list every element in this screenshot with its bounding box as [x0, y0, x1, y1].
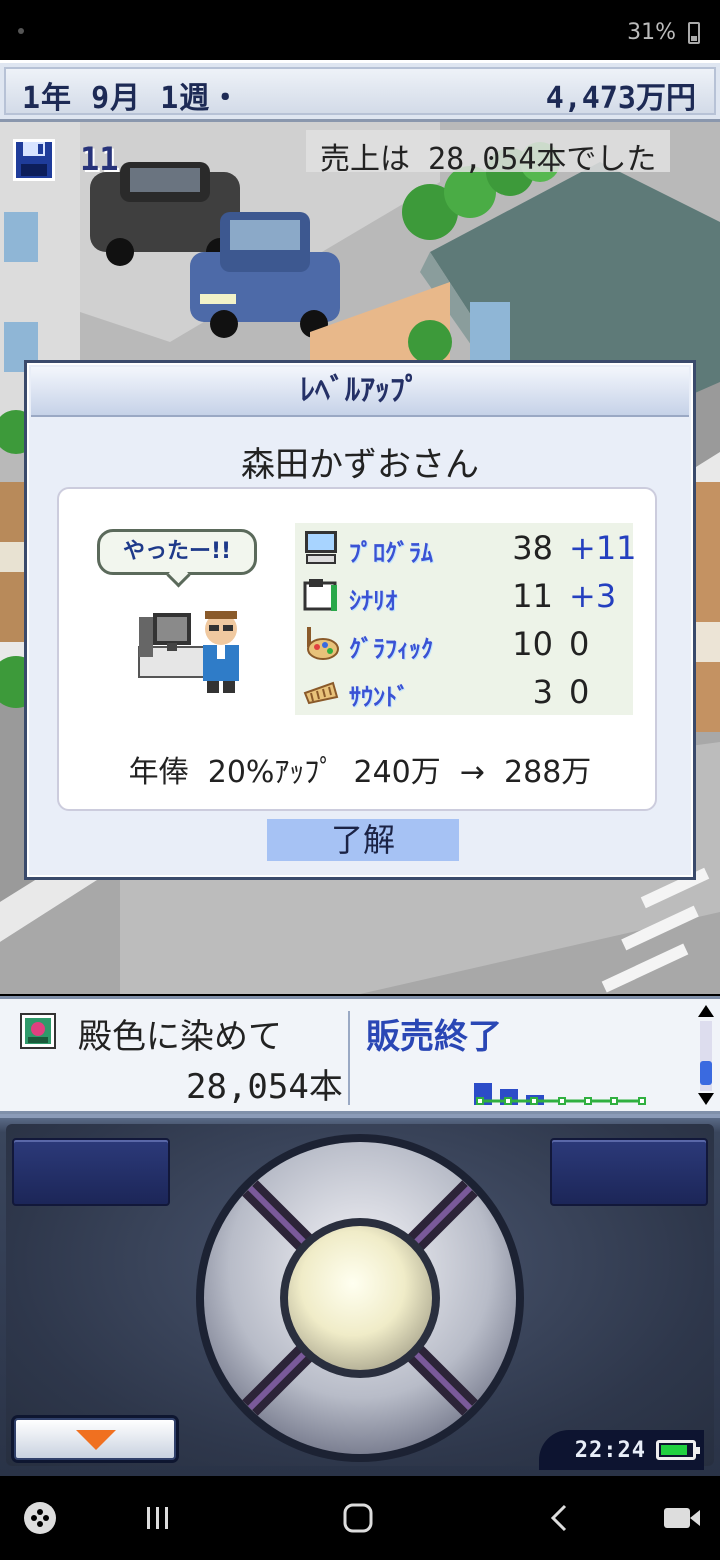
stat-value: 10 — [512, 625, 553, 663]
back-icon[interactable] — [538, 1496, 582, 1540]
game-date: 1年 9月 1週・ — [22, 81, 242, 116]
right-shoulder-button[interactable] — [550, 1138, 708, 1206]
stat-value: 3 — [532, 673, 553, 711]
status-bar: 31% — [0, 0, 720, 60]
game-cartridge-icon — [20, 1013, 56, 1049]
virtual-controller: 22:24 — [0, 1114, 720, 1476]
stat-label: ｸﾞﾗﾌｨｯｸ — [349, 635, 433, 663]
sales-status: 販売終了 — [366, 1017, 502, 1057]
stat-value: 11 — [512, 577, 553, 615]
skill-stats: ﾌﾟﾛｸﾞﾗﾑ 38 +11 ｼﾅﾘｵ 11 +3 ｸﾞﾗﾌｨｯｸ 10 0 ｻ… — [295, 523, 637, 715]
salary-change: 年俸 20%ｱｯﾌﾟ 240万 → 288万 — [128, 755, 592, 790]
save-count: 11 — [80, 140, 119, 178]
video-camera-icon[interactable] — [660, 1496, 704, 1540]
stat-row-graphic: ｸﾞﾗﾌｨｯｸ 10 0 — [295, 619, 633, 667]
scrollbar-thumb[interactable] — [700, 1061, 712, 1085]
game-sales: 28,054本 — [186, 1067, 343, 1107]
stat-increase: +3 — [569, 577, 617, 615]
stat-row-scenario: ｼﾅﾘｵ 11 +3 — [295, 571, 633, 619]
music-icon — [303, 673, 339, 709]
stat-label: ｼﾅﾘｵ — [349, 587, 397, 615]
panel-divider — [348, 1011, 350, 1105]
funds: 4,473万円 — [545, 81, 696, 116]
stat-value: 38 — [512, 529, 553, 567]
game-screen: 31% 1年 9月 1週・ 4,473万円 11 売上は 28,054本でした … — [0, 0, 720, 1560]
top-info-bar: 1年 9月 1週・ 4,473万円 — [0, 60, 720, 122]
dpad[interactable] — [192, 1130, 528, 1466]
battery-percentage: 31% — [627, 20, 676, 45]
game-title: 殿色に染めて — [78, 1017, 282, 1057]
menu-button[interactable] — [14, 1418, 176, 1460]
clock-panel: 22:24 — [538, 1430, 704, 1470]
stat-label: ｻｳﾝﾄﾞ — [349, 683, 409, 711]
floppy-disk-icon[interactable] — [12, 138, 56, 182]
navigation-bar — [0, 1476, 720, 1560]
scroll-down-arrow[interactable] — [698, 1093, 714, 1105]
clock-time: 22:24 — [574, 1437, 646, 1463]
stat-increase: 0 — [569, 673, 590, 711]
notification-dot — [18, 28, 24, 34]
stat-label: ﾌﾟﾛｸﾞﾗﾑ — [349, 539, 433, 567]
stat-increase: +11 — [569, 529, 637, 567]
battery-icon — [688, 22, 700, 44]
employee-avatar — [133, 603, 243, 695]
game-launcher-icon[interactable] — [18, 1496, 62, 1540]
computer-icon — [303, 529, 339, 565]
stat-row-sound: ｻｳﾝﾄﾞ 3 0 — [295, 667, 633, 715]
dialog-title: ﾚﾍﾞﾙｱｯﾌﾟ — [31, 367, 689, 417]
speech-bubble: やったー!! — [97, 529, 257, 575]
recent-apps-icon[interactable] — [136, 1496, 180, 1540]
book-icon — [303, 577, 339, 613]
scroll-up-arrow[interactable] — [698, 1005, 714, 1017]
home-icon[interactable] — [336, 1496, 380, 1540]
paint-icon — [303, 625, 339, 661]
sales-graph — [472, 1081, 656, 1107]
sales-message: 売上は 28,054本でした — [306, 130, 671, 177]
down-arrow-icon — [76, 1430, 116, 1450]
game-battery-icon — [656, 1440, 700, 1460]
stat-increase: 0 — [569, 625, 590, 663]
game-info-panel[interactable]: 殿色に染めて 28,054本 販売終了 — [0, 996, 720, 1114]
employee-name: 森田かずおさん — [241, 445, 479, 485]
left-shoulder-button[interactable] — [12, 1138, 170, 1206]
stat-row-program: ﾌﾟﾛｸﾞﾗﾑ 38 +11 — [295, 523, 637, 571]
ok-button[interactable]: 了解 — [267, 819, 459, 861]
level-up-dialog: ﾚﾍﾞﾙｱｯﾌﾟ 森田かずおさん やったー!! ﾌﾟﾛｸﾞﾗﾑ 38 +11 ｼ… — [24, 360, 696, 880]
